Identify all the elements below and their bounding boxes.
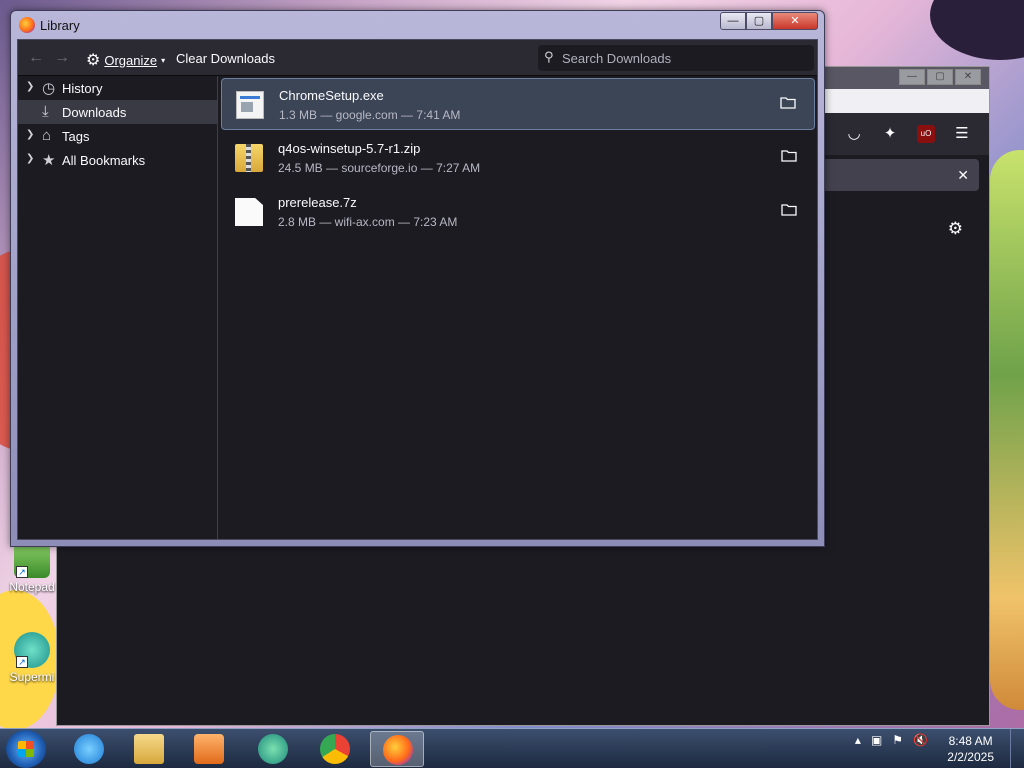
folder-icon[interactable] xyxy=(781,203,797,216)
clock-date: 2/2/2025 xyxy=(947,750,994,764)
desktop-icon-label: Notepad xyxy=(9,580,55,594)
library-client: ← → ⚙ Organize ▾ Clear Downloads ⚲ Searc… xyxy=(17,39,818,540)
chrome-icon xyxy=(320,734,350,764)
list-item[interactable]: ChromeSetup.exe 1.3 MB — google.com — 7:… xyxy=(221,78,815,130)
window-title: Library xyxy=(40,18,80,33)
back-arrow-icon[interactable]: ← xyxy=(28,49,44,67)
clock-icon: ◷ xyxy=(42,80,56,97)
notepad-icon: ↗ xyxy=(14,542,50,578)
volume-muted-icon[interactable]: 🔇 xyxy=(913,733,928,747)
desktop-icon-supermium[interactable]: ↗ Supermi xyxy=(6,632,58,684)
library-window[interactable]: Library — ▢ ✕ ← → ⚙ Organize ▾ Clear Dow… xyxy=(10,10,825,547)
download-meta: 24.5 MB — sourceforge.io — 7:27 AM xyxy=(278,161,481,175)
flag-icon[interactable]: ⚑ xyxy=(892,733,903,747)
search-input[interactable]: ⚲ Search Downloads xyxy=(538,45,814,71)
chevron-right-icon[interactable]: ❯ xyxy=(26,129,34,140)
close-button[interactable]: ✕ xyxy=(772,12,818,30)
tag-icon: ⌂ xyxy=(42,127,52,144)
start-button[interactable] xyxy=(6,730,46,768)
chevron-right-icon[interactable]: ❯ xyxy=(26,153,34,164)
chevron-right-icon[interactable]: ❯ xyxy=(26,81,34,92)
taskbar-edge[interactable] xyxy=(246,731,300,767)
firefox-icon xyxy=(383,735,413,765)
clear-downloads-button[interactable]: Clear Downloads xyxy=(176,51,275,66)
download-name: q4os-winsetup-5.7-r1.zip xyxy=(278,141,421,156)
organize-label: Organize xyxy=(104,52,158,68)
wallpaper-shape xyxy=(990,150,1024,710)
file-explorer-icon xyxy=(134,734,164,764)
download-name: prerelease.7z xyxy=(278,195,357,210)
pocket-icon[interactable]: ◡ xyxy=(845,125,863,143)
maximize-button[interactable]: ▢ xyxy=(746,12,772,30)
star-icon: ★ xyxy=(42,152,56,169)
show-desktop-button[interactable] xyxy=(1010,729,1024,768)
sidebar-item-label: All Bookmarks xyxy=(62,153,146,168)
exe-file-icon xyxy=(236,91,264,119)
zip-file-icon xyxy=(235,144,263,172)
wallpaper-shape xyxy=(930,0,1024,60)
library-toolbar: ← → ⚙ Organize ▾ Clear Downloads ⚲ Searc… xyxy=(18,40,817,76)
forward-arrow-icon[interactable]: → xyxy=(54,49,70,67)
media-player-icon xyxy=(194,734,224,764)
edge-icon xyxy=(258,734,288,764)
maximize-button[interactable]: ▢ xyxy=(927,69,953,85)
folder-icon[interactable] xyxy=(781,149,797,162)
sidebar-item-label: Tags xyxy=(62,129,90,144)
list-item[interactable]: prerelease.7z 2.8 MB — wifi-ax.com — 7:2… xyxy=(221,186,815,238)
taskbar: ▴ ▣ ⚑ 🔇 8:48 AM 2/2/2025 xyxy=(0,728,1024,768)
download-meta: 2.8 MB — wifi-ax.com — 7:23 AM xyxy=(278,215,458,229)
downloads-list: ChromeSetup.exe 1.3 MB — google.com — 7:… xyxy=(219,76,817,539)
chevron-up-icon[interactable]: ▴ xyxy=(855,733,861,747)
menu-icon[interactable]: ☰ xyxy=(953,125,971,143)
sidebar-item-downloads[interactable]: ⤓ Downloads xyxy=(18,100,217,124)
extensions-icon[interactable]: ✦ xyxy=(881,125,899,143)
taskbar-internet-explorer[interactable] xyxy=(62,731,116,767)
taskbar-media-player[interactable] xyxy=(182,731,236,767)
sidebar-item-label: Downloads xyxy=(62,105,127,120)
minimize-button[interactable]: — xyxy=(899,69,925,85)
taskbar-file-explorer[interactable] xyxy=(122,731,176,767)
window-controls: — ▢ ✕ xyxy=(720,12,818,30)
taskbar-chrome[interactable] xyxy=(308,731,362,767)
close-icon[interactable]: ✕ xyxy=(957,167,969,184)
clock[interactable]: 8:48 AM 2/2/2025 xyxy=(947,733,994,765)
generic-file-icon xyxy=(235,198,263,226)
desktop-icon-label: Supermi xyxy=(9,670,55,684)
shortcut-arrow-icon: ↗ xyxy=(16,656,28,668)
download-name: ChromeSetup.exe xyxy=(279,88,384,103)
gear-icon[interactable]: ⚙ xyxy=(948,219,963,239)
window-controls: — ▢ ✕ xyxy=(899,69,981,85)
desktop-icon-notepad[interactable]: ↗ Notepad xyxy=(6,542,58,594)
internet-explorer-icon xyxy=(74,734,104,764)
chevron-down-icon: ▾ xyxy=(161,55,166,65)
library-sidebar: ❯ ◷ History ⤓ Downloads ❯ ⌂ Tags ❯ ★ All… xyxy=(18,76,218,539)
close-button[interactable]: ✕ xyxy=(955,69,981,85)
title-bar[interactable]: Library — ▢ ✕ xyxy=(11,11,824,39)
download-icon: ⤓ xyxy=(42,103,49,120)
folder-icon[interactable] xyxy=(780,96,796,109)
ublock-icon[interactable]: uO xyxy=(917,125,935,143)
minimize-button[interactable]: — xyxy=(720,12,746,30)
organize-button[interactable]: ⚙ Organize ▾ xyxy=(86,50,165,70)
sidebar-item-history[interactable]: ❯ ◷ History xyxy=(18,76,217,100)
taskbar-firefox[interactable] xyxy=(370,731,424,767)
sidebar-item-all-bookmarks[interactable]: ❯ ★ All Bookmarks xyxy=(18,148,217,172)
search-icon: ⚲ xyxy=(544,49,554,64)
shortcut-arrow-icon: ↗ xyxy=(16,566,28,578)
sidebar-item-tags[interactable]: ❯ ⌂ Tags xyxy=(18,124,217,148)
list-item[interactable]: q4os-winsetup-5.7-r1.zip 24.5 MB — sourc… xyxy=(221,132,815,184)
system-tray: ▴ ▣ ⚑ 🔇 xyxy=(855,733,928,747)
clock-time: 8:48 AM xyxy=(948,734,993,748)
search-placeholder: Search Downloads xyxy=(562,51,672,66)
network-icon[interactable]: ▣ xyxy=(871,733,882,747)
supermium-icon: ↗ xyxy=(14,632,50,668)
gear-icon: ⚙ xyxy=(86,52,101,69)
firefox-icon xyxy=(19,17,35,33)
download-meta: 1.3 MB — google.com — 7:41 AM xyxy=(279,108,461,122)
sidebar-item-label: History xyxy=(62,81,103,96)
